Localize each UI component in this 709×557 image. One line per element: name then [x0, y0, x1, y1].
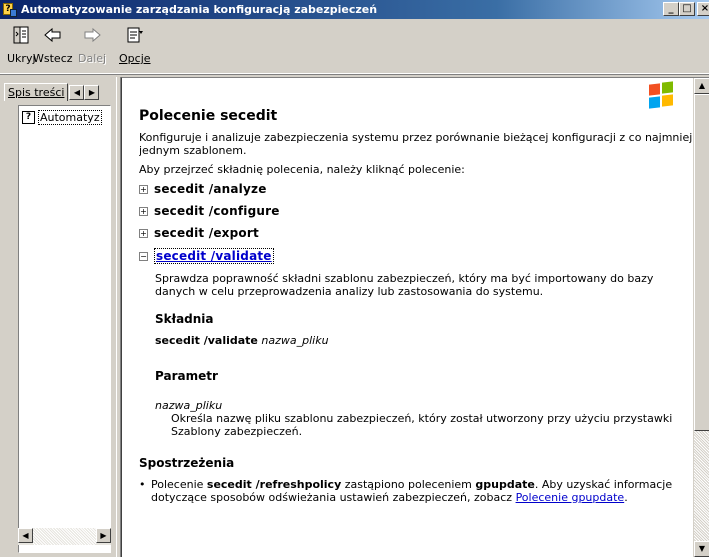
- remarks-heading: Spostrzeżenia: [139, 456, 235, 470]
- tab-strip: Spis treści ◀ ▶: [4, 83, 100, 101]
- back-arrow-icon: [43, 23, 63, 47]
- arrow-up-icon: ▲: [698, 81, 706, 90]
- forward-button[interactable]: Dalej: [78, 23, 106, 65]
- tree-item[interactable]: ? Automatyz: [22, 110, 110, 125]
- tree-item-label: Automatyz: [38, 110, 102, 125]
- navigation-pane: Spis treści ◀ ▶ ? Automatyz ◀ ▶: [0, 77, 116, 557]
- minimize-button[interactable]: _: [663, 2, 679, 16]
- parameter-description: Określa nazwę pliku szablonu zabezpiecze…: [171, 412, 673, 438]
- tab-scroll-right-button[interactable]: ▶: [84, 84, 100, 100]
- options-icon: [125, 23, 145, 47]
- bullet-icon: •: [139, 478, 146, 491]
- remark-text: .: [624, 491, 628, 504]
- command-configure[interactable]: + secedit /configure: [139, 204, 694, 218]
- command-export[interactable]: + secedit /export: [139, 226, 694, 240]
- gpupdate-link[interactable]: Polecenie gpupdate: [516, 491, 625, 504]
- scroll-track[interactable]: [33, 528, 96, 545]
- command-label: secedit /export: [154, 226, 259, 240]
- intro-text: Konfiguruje i analizuje zabezpieczenia s…: [139, 131, 693, 157]
- command-validate[interactable]: − secedit /validate: [139, 248, 694, 264]
- list-item: • Polecenie secedit /refreshpolicy zastą…: [139, 478, 694, 504]
- syntax-heading: Składnia: [155, 312, 214, 326]
- hide-label: Ukryj: [7, 52, 36, 65]
- arrow-right-icon: ▶: [88, 87, 96, 97]
- scroll-left-button[interactable]: ◀: [18, 528, 33, 543]
- remark-command: secedit /refreshpolicy: [206, 478, 342, 491]
- scroll-down-button[interactable]: ▼: [694, 541, 709, 557]
- command-label: secedit /validate: [154, 248, 274, 264]
- content-vertical-scrollbar[interactable]: ▲ ▼: [693, 78, 709, 557]
- toolbar: Ukryj Wstecz Dalej Opcje: [0, 19, 709, 75]
- scroll-up-button[interactable]: ▲: [694, 78, 709, 94]
- help-app-icon: ?: [3, 2, 17, 17]
- scroll-right-button[interactable]: ▶: [96, 528, 111, 543]
- window-title: Automatyzowanie zarządzania konfiguracją…: [21, 3, 378, 16]
- page-title: Polecenie secedit: [139, 108, 278, 124]
- tab-contents[interactable]: Spis treści: [4, 83, 69, 101]
- collapse-icon: −: [139, 251, 148, 261]
- syntax-line: secedit /validate nazwa_pliku: [155, 334, 694, 347]
- tree-horizontal-scrollbar[interactable]: ◀ ▶: [18, 528, 111, 545]
- topic-content: Polecenie secedit Konfiguruje i analizuj…: [139, 78, 694, 557]
- topic-pane: Polecenie secedit Konfiguruje i analizuj…: [121, 77, 709, 557]
- maximize-button[interactable]: □: [679, 2, 695, 16]
- remark-text: zastąpiono poleceniem: [341, 478, 476, 491]
- arrow-left-icon: ◀: [22, 531, 29, 540]
- command-label: secedit /configure: [154, 204, 280, 218]
- close-button[interactable]: ×: [697, 2, 709, 16]
- parameter-name: nazwa_pliku: [155, 399, 223, 412]
- scroll-thumb[interactable]: [694, 94, 709, 431]
- remark-text: Polecenie: [151, 478, 207, 491]
- expand-icon: +: [139, 228, 148, 238]
- back-button[interactable]: Wstecz: [33, 23, 73, 65]
- arrow-left-icon: ◀: [73, 87, 81, 97]
- help-page-icon: ?: [22, 111, 35, 124]
- syntax-argument: nazwa_pliku: [261, 334, 329, 347]
- command-analyze[interactable]: + secedit /analyze: [139, 182, 694, 196]
- arrow-down-icon: ▼: [698, 544, 706, 553]
- options-button[interactable]: Opcje: [119, 23, 151, 65]
- contents-tree[interactable]: ? Automatyz: [18, 105, 111, 553]
- tab-scroll-left-button[interactable]: ◀: [69, 84, 85, 100]
- toolbar-divider: [0, 73, 709, 74]
- instruction-text: Aby przejrzeć składnię polecenia, należy…: [139, 163, 465, 176]
- remark-gpupdate: gpupdate: [475, 478, 535, 491]
- back-label: Wstecz: [33, 52, 73, 65]
- forward-label: Dalej: [78, 52, 107, 65]
- syntax-command: secedit /validate: [155, 334, 258, 347]
- forward-arrow-icon: [82, 23, 102, 47]
- validate-description: Sprawdza poprawność składni szablonu zab…: [155, 272, 654, 298]
- expand-icon: +: [139, 184, 148, 194]
- hide-button[interactable]: Ukryj: [7, 23, 36, 65]
- hide-pane-icon: [11, 23, 31, 47]
- title-bar: ? Automatyzowanie zarządzania konfigurac…: [0, 0, 709, 19]
- expand-icon: +: [139, 206, 148, 216]
- options-label: Opcje: [119, 52, 151, 65]
- arrow-right-icon: ▶: [100, 531, 107, 540]
- parameter-heading: Parametr: [155, 369, 218, 383]
- command-label: secedit /analyze: [154, 182, 267, 196]
